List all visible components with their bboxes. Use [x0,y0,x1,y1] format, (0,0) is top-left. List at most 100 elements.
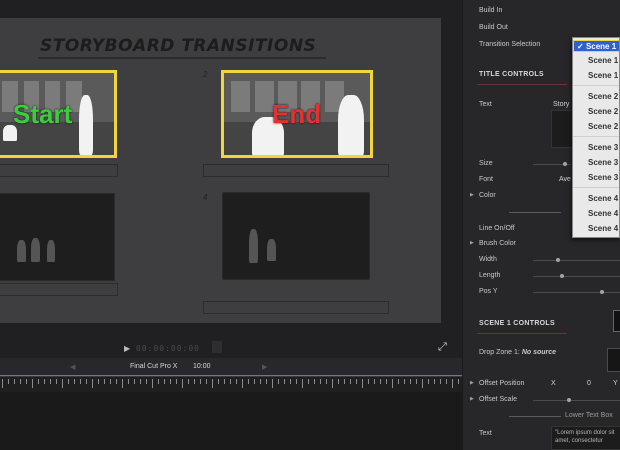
ruler-tick [422,379,423,388]
ruler-tick [398,379,399,384]
offset-scale-slider-knob[interactable] [567,398,571,402]
timeline-back-icon[interactable]: ◀ [70,363,75,371]
frame-scene-4[interactable] [222,192,370,280]
ruler-tick [38,379,39,384]
caption-box-1 [0,164,118,177]
text-value[interactable]: Story [553,101,569,108]
y-label: Y [613,380,618,387]
offset-scale-label[interactable]: Offset Scale [470,396,517,403]
frame-end[interactable]: End [221,70,373,158]
caption-box-3 [0,283,118,296]
ruler-tick [68,379,69,384]
person-silhouette [79,95,93,155]
ruler-tick [362,379,363,388]
storyboard-canvas[interactable]: STORYBOARD TRANSITIONS Start 2 End 4 [0,18,441,323]
offset-position-label[interactable]: Offset Position [470,380,524,387]
storyboard-title: STORYBOARD TRANSITIONS [40,36,317,56]
ruler-tick [314,379,315,384]
ruler-tick [386,379,387,384]
fullscreen-icon[interactable]: ⤢ [438,342,449,353]
menu-item-scene[interactable]: Scene 1 [573,70,619,82]
frame-scene-3[interactable] [0,193,115,281]
size-slider-knob[interactable] [563,162,567,166]
drop-zone-label: Drop Zone 1: No source [479,349,556,356]
menu-item-scene[interactable]: Scene 2 [573,106,619,118]
text2-field[interactable]: "Lorem ipsum dolor sit amet, consectetur [551,426,620,450]
menu-item-scene[interactable]: Scene 1 [573,55,619,67]
ruler-tick [194,379,195,384]
pos-y-slider-knob[interactable] [600,290,604,294]
drop-zone-value: No source [521,349,557,356]
lower-text-box-label: Lower Text Box [565,412,613,419]
ruler-tick [44,379,45,384]
color-label[interactable]: Color [470,192,496,199]
menu-item-scene[interactable]: Scene 3 [573,172,619,184]
ruler-tick [410,379,411,384]
app-window: STORYBOARD TRANSITIONS Start 2 End 4 ▶ 0… [0,0,620,450]
drop-zone-toggle[interactable] [613,310,620,332]
timeline-ruler[interactable] [0,376,462,390]
ruler-tick [8,379,9,384]
ruler-tick [128,379,129,384]
ruler-tick [62,379,63,388]
transport-bar: ▶ 00:00:00:00 ⤢ [0,336,462,358]
ruler-tick [356,379,357,384]
ruler-tick [272,379,273,388]
caption-box-4 [203,301,389,314]
project-duration: 10:00 [193,363,211,370]
menu-item-scene[interactable]: Scene 4 [573,208,619,220]
font-label: Font [479,176,494,183]
section-divider [477,84,567,85]
ruler-tick [374,379,375,384]
ruler-tick [86,379,87,384]
ruler-tick [32,379,33,388]
ruler-tick [158,379,159,384]
ruler-tick [434,379,435,384]
width-slider-track[interactable] [533,260,620,261]
menu-item-scene[interactable]: Scene 3 [573,142,619,154]
color-separator [509,212,561,213]
timecode-marker [212,341,222,353]
x-value[interactable]: 0 [587,380,591,387]
menu-item-scene[interactable]: Scene 2 [573,121,619,133]
ruler-tick [14,379,15,384]
person-silhouette [267,239,276,261]
transition-selection-menu[interactable]: Scene 1 Scene 1 Scene 1 Scene 2 Scene 2 Scene… [572,37,620,238]
frame-start[interactable]: Start [0,70,117,158]
panel-number-4: 4 [203,193,208,202]
menu-item-scene[interactable]: Scene 2 [573,91,619,103]
play-icon[interactable]: ▶ [124,344,130,353]
ruler-tick [230,379,231,384]
ruler-tick [200,379,201,384]
menu-item-scene[interactable]: Scene 3 [573,157,619,169]
length-slider-track[interactable] [533,276,620,277]
menu-item-scene[interactable]: Scene 4 [573,193,619,205]
text-label: Text [479,101,492,108]
ruler-tick [392,379,393,388]
length-slider-knob[interactable] [560,274,564,278]
menu-item-scene[interactable]: Scene 1 [573,40,619,52]
pos-y-slider-track[interactable] [533,292,620,293]
person-silhouette [338,95,364,155]
timecode-display[interactable]: 00:00:00:00 [136,344,200,353]
ruler-tick [80,379,81,384]
ruler-tick [224,379,225,384]
offset-scale-slider-track[interactable] [533,400,620,401]
line-onoff-label: Line On/Off [479,225,515,232]
menu-item-scene[interactable]: Scene 4 [573,223,619,235]
ruler-tick [218,379,219,384]
ruler-tick [380,379,381,384]
ruler-tick [188,379,189,384]
width-slider-knob[interactable] [556,258,560,262]
ruler-tick [146,379,147,384]
timeline-forward-icon[interactable]: ▶ [262,363,267,371]
ruler-tick [332,379,333,388]
timeline-track[interactable] [0,392,462,450]
ruler-tick [428,379,429,384]
transition-selection-label: Transition Selection [479,41,541,48]
scene1-controls-heading: SCENE 1 CONTROLS [479,320,555,327]
font-value[interactable]: Ave [559,176,571,183]
drop-zone-well[interactable] [607,348,620,372]
brush-color-label[interactable]: Brush Color [470,240,516,247]
ruler-tick [446,379,447,384]
